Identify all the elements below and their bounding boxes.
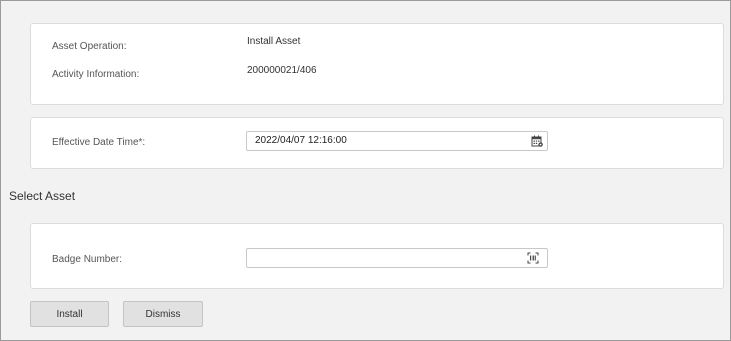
calendar-icon[interactable]	[531, 135, 543, 147]
effective-date-label: Effective Date Time*:	[52, 137, 146, 148]
badge-number-input[interactable]	[246, 248, 548, 268]
barcode-scan-icon[interactable]	[527, 252, 539, 264]
effective-date-field[interactable]: 2022/04/07 12:16:00	[246, 131, 548, 151]
effective-date-value: 2022/04/07 12:16:00	[255, 135, 347, 146]
badge-number-label: Badge Number:	[52, 254, 123, 265]
asset-operation-panel: Asset Operation: Install Asset Activity …	[0, 0, 731, 341]
asset-operation-value: Install Asset	[247, 36, 301, 47]
asset-operation-label: Asset Operation:	[52, 41, 127, 52]
asset-info-card: Asset Operation: Install Asset Activity …	[30, 23, 724, 105]
select-asset-card: Badge Number:	[30, 223, 724, 289]
effective-date-card: Effective Date Time*: 2022/04/07 12:16:0…	[30, 117, 724, 169]
activity-information-value: 200000021/406	[247, 65, 317, 76]
activity-information-label: Activity Information:	[52, 69, 140, 80]
dismiss-button[interactable]: Dismiss	[123, 301, 203, 327]
select-asset-title: Select Asset	[9, 189, 76, 203]
install-button[interactable]: Install	[30, 301, 109, 327]
